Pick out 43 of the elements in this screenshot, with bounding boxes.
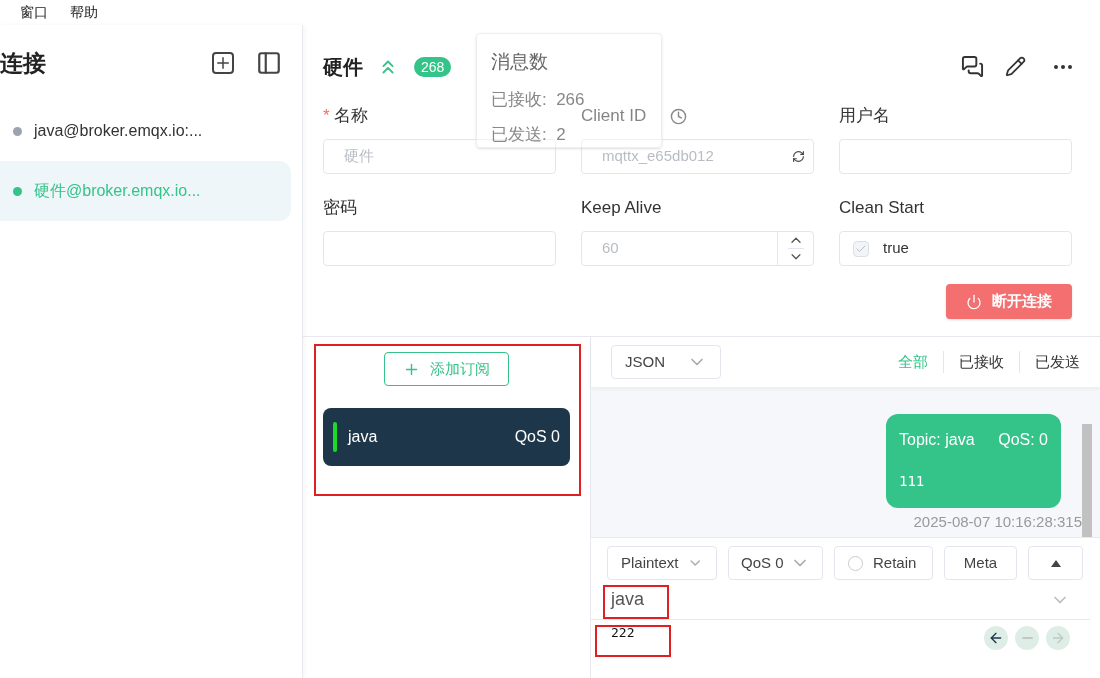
menu-item[interactable]: 窗口 [20,2,48,23]
payload-format-select[interactable]: Plaintext [607,546,717,580]
subscription-topic: java [348,427,379,447]
clock-icon [670,107,688,125]
sidebar-title: 连接 [0,48,47,78]
message-topic: Topic: java [899,430,975,450]
checkbox-label: true [883,238,909,259]
edit-icon[interactable] [1005,56,1026,77]
message-payload: 111 [899,472,926,491]
field-label: 名称 [333,105,368,128]
field-label: 用户名 [839,105,890,128]
field-label: Clean Start [839,197,925,220]
required-mark: * [323,105,330,128]
payload-editor[interactable]: 222 [611,623,984,643]
chat-icon[interactable] [961,55,984,78]
message-time: 2025-08-07 10:16:28:315 [913,512,1082,532]
input-field[interactable] [839,139,1072,174]
minus-icon [1021,637,1033,639]
sidebar-toggle-icon[interactable] [256,50,282,76]
field-label: 密码 [323,197,357,220]
connection-item[interactable]: java@broker.emqx.io:... [0,101,291,161]
highlight-box [603,585,669,619]
field-label: Keep Alive [581,197,662,220]
previous-button[interactable] [984,626,1008,650]
message-qos: QoS: 0 [998,430,1048,450]
arrow-right-icon [1050,630,1066,646]
input-field[interactable] [323,231,556,266]
filter-tab[interactable]: 已接收 [943,350,1019,374]
subscription-qos: QoS 0 [514,427,560,447]
retain-toggle[interactable]: Retain [834,546,933,580]
qos-select[interactable]: QoS 0 [728,546,823,580]
power-icon [966,293,982,310]
connection-name: java@broker.emqx.io:... [34,121,203,141]
connection-name: 硬件@broker.emqx.io... [34,181,201,201]
menu-item[interactable]: 帮助 [70,2,98,23]
connection-title: 硬件 [323,54,363,80]
tooltip-title: 消息数 [491,50,549,74]
meta-button[interactable]: Meta [944,546,1017,580]
filter-tab[interactable]: 已发送 [1019,350,1080,374]
subscription-card[interactable]: java QoS 0 [323,408,570,466]
add-icon[interactable] [212,52,234,74]
topic-input[interactable]: java [591,580,1090,620]
format-select[interactable]: JSON [611,345,721,379]
